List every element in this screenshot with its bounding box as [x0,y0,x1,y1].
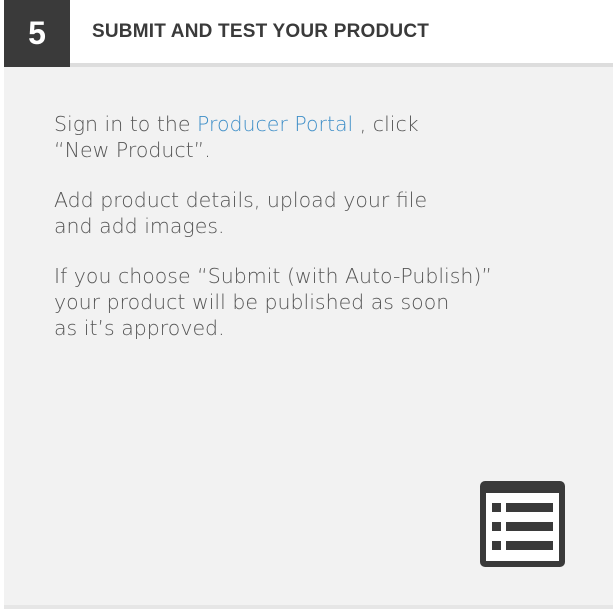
step-number-badge: 5 [4,0,70,67]
instruction-line: Sign in to the Producer Portal , click [54,111,534,137]
step-header: 5 SUBMIT AND TEST YOUR PRODUCT [4,0,613,67]
producer-portal-link[interactable]: Producer Portal [197,112,353,136]
instruction-line: “New Product”. [54,138,211,162]
instruction-paragraph-sign-in: Sign in to the Producer Portal , click “… [54,111,534,163]
list-icon [480,481,565,567]
step-instructions: Sign in to the Producer Portal , click “… [54,111,534,365]
instruction-line: as it’s approved. [54,316,225,340]
instruction-paragraph-add-details: Add product details, upload your file an… [54,187,534,239]
instruction-text: , click [353,112,419,136]
instruction-line: your product will be published as soon [54,290,450,314]
instruction-line: If you choose “Submit (with Auto-Publish… [54,264,493,288]
step-card: 5 SUBMIT AND TEST YOUR PRODUCT Sign in t… [4,0,613,609]
instruction-line: Add product details, upload your file [54,188,428,212]
step-title: SUBMIT AND TEST YOUR PRODUCT [92,21,430,42]
instruction-line: and add images. [54,214,225,238]
instruction-text: Sign in to the [54,112,197,136]
instruction-paragraph-auto-publish: If you choose “Submit (with Auto-Publish… [54,263,534,341]
